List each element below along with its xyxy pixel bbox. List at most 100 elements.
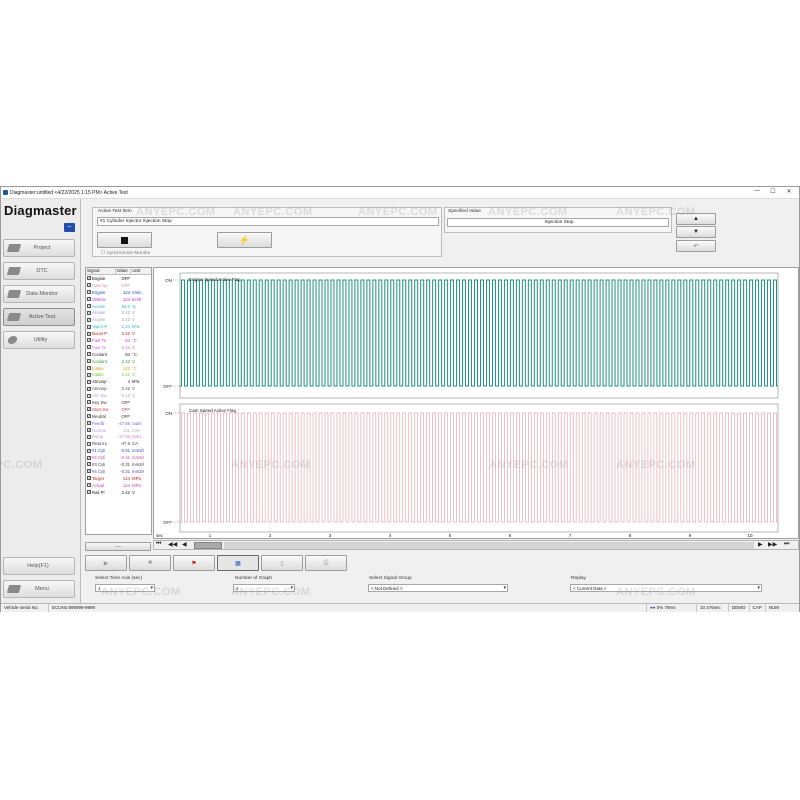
execute-button[interactable]: ⚡ bbox=[217, 232, 272, 248]
signal-row[interactable]: ✓ Accele 2.42 V bbox=[86, 316, 151, 323]
signal-row[interactable]: ✓ Boost P 2.42 V bbox=[86, 330, 151, 337]
sidebar-item-active-test[interactable]: Active Test bbox=[3, 308, 75, 326]
last-icon[interactable]: ⏭ bbox=[784, 541, 789, 548]
signal-checkbox[interactable]: ✓ bbox=[87, 469, 91, 474]
signal-row[interactable]: ✓ Accele 62.0% bbox=[86, 303, 151, 310]
signal-row[interactable]: ✓ #3 Cyli -0.31 mm3/s bbox=[86, 461, 151, 468]
signal-row[interactable]: ✓ Atmosp 2.42 V bbox=[86, 385, 151, 392]
active-test-item-field[interactable]: #1 Cylinder Injector Injection Stop bbox=[97, 217, 439, 226]
sidebar-item-data-monitor[interactable]: Data Monitor bbox=[3, 285, 75, 303]
signal-row[interactable]: ✓ #1 Cyli -0.31 mm3/s bbox=[86, 447, 151, 454]
signal-row[interactable]: ✓ Engine OFF bbox=[86, 275, 151, 282]
sidebar-item-project[interactable]: Project bbox=[3, 239, 75, 257]
signal-checkbox[interactable]: ✓ bbox=[87, 393, 91, 398]
signal-checkbox[interactable]: ✓ bbox=[87, 434, 91, 439]
signal-row[interactable]: ✓ Coolant 2.42 V bbox=[86, 358, 151, 365]
signal-checkbox[interactable]: ✓ bbox=[87, 359, 91, 364]
signal-checkbox[interactable]: ✓ bbox=[87, 455, 91, 460]
signal-row[interactable]: ✓ Fuel Te 64 °C bbox=[86, 337, 151, 344]
menu-button[interactable]: Menu bbox=[3, 580, 75, 598]
number-of-graph-select[interactable]: 2 bbox=[233, 584, 295, 592]
signal-row[interactable]: ✓ Feedb -47.56 rad/s bbox=[86, 420, 151, 427]
signal-checkbox[interactable]: ✓ bbox=[87, 304, 91, 308]
signal-checkbox[interactable]: ✓ bbox=[87, 441, 91, 446]
minimize-button[interactable]: — bbox=[749, 188, 765, 195]
signal-checkbox[interactable]: ✓ bbox=[87, 324, 91, 329]
help-button[interactable]: Help(F1) bbox=[3, 557, 75, 575]
maximize-button[interactable]: ☐ bbox=[765, 188, 781, 195]
next-page-icon[interactable]: ▶▶ bbox=[768, 541, 777, 548]
replay-select[interactable]: < Current Data > bbox=[570, 584, 762, 592]
signal-row[interactable]: ✓ Rail Pr 2.42 V bbox=[86, 489, 151, 496]
signal-checkbox[interactable]: ✓ bbox=[87, 421, 91, 426]
signal-checkbox[interactable]: ✓ bbox=[87, 290, 91, 295]
prev-page-icon[interactable]: ◀◀ bbox=[168, 541, 177, 548]
stop-button[interactable] bbox=[97, 232, 152, 248]
signal-checkbox[interactable]: ✓ bbox=[87, 331, 91, 336]
next-icon[interactable]: ▶ bbox=[758, 541, 763, 548]
signal-checkbox[interactable]: ✓ bbox=[87, 276, 91, 281]
signal-checkbox[interactable]: ✓ bbox=[87, 297, 91, 302]
signal-checkbox[interactable]: ✓ bbox=[87, 310, 91, 315]
signal-row[interactable]: ✓ Intake 132 °C bbox=[86, 365, 151, 372]
signal-checkbox[interactable]: ✓ bbox=[87, 366, 91, 371]
save-button[interactable]: ■ bbox=[129, 555, 171, 571]
exchange-icon[interactable]: ⇔ bbox=[64, 223, 75, 232]
signal-checkbox[interactable]: ✓ bbox=[87, 317, 91, 322]
signal-row[interactable]: ✓ Coolant 84 °C bbox=[86, 351, 151, 358]
signal-checkbox[interactable]: ✓ bbox=[87, 476, 91, 481]
signal-checkbox[interactable]: ✓ bbox=[87, 448, 91, 453]
signal-row[interactable]: ✓ A/C Sw 0.12 V bbox=[86, 392, 151, 399]
sidebar-item-dtc[interactable]: DTC bbox=[3, 262, 75, 280]
document-button[interactable]: ▯ bbox=[261, 555, 303, 571]
signal-row[interactable]: ✓ #4 Cyli -0.31 mm3/s bbox=[86, 468, 151, 475]
signal-checkbox[interactable]: ✓ bbox=[87, 462, 91, 467]
signal-checkbox[interactable]: ✓ bbox=[87, 490, 91, 495]
signal-checkbox[interactable]: ✓ bbox=[87, 352, 91, 357]
signal-row[interactable]: ✓ Fuel Te 2.42 V bbox=[86, 344, 151, 351]
scale-button[interactable]: — bbox=[85, 542, 151, 551]
signal-group-select[interactable]: < Not Defined > bbox=[368, 584, 508, 592]
signal-checkbox[interactable]: ✓ bbox=[87, 386, 91, 391]
signal-row[interactable]: ✓ #2 Cyli -0.31 mm3/s bbox=[86, 454, 151, 461]
signal-row[interactable]: ✓ Actual 124 MPa bbox=[86, 482, 151, 489]
signal-row[interactable]: ✓ Intake 2.42 V bbox=[86, 371, 151, 378]
signal-checkbox[interactable]: ✓ bbox=[87, 407, 91, 412]
signal-row[interactable]: ✓ Vapor P 1.24 kPa bbox=[86, 323, 151, 330]
signal-row[interactable]: ✓ Real Inj -47.6 CA bbox=[86, 440, 151, 447]
signal-checkbox[interactable]: ✓ bbox=[87, 414, 91, 419]
signal-checkbox[interactable]: ✓ bbox=[87, 372, 91, 377]
up-button[interactable]: ▲ bbox=[676, 213, 716, 225]
signal-row[interactable]: ✓ Normal 131 mm³ bbox=[86, 427, 151, 434]
signal-checkbox[interactable]: ✓ bbox=[87, 400, 91, 405]
close-button[interactable]: ✕ bbox=[781, 188, 797, 195]
signal-row[interactable]: ✓ Cam Sp OFF bbox=[86, 282, 151, 289]
signal-checkbox[interactable]: ✓ bbox=[87, 428, 91, 433]
signal-row[interactable]: ✓ Accele 2.42 V bbox=[86, 309, 151, 316]
signal-checkbox[interactable]: ✓ bbox=[87, 379, 91, 384]
signal-row[interactable]: ✓ Start Sw OFF bbox=[86, 406, 151, 413]
time-scrollbar[interactable]: ⏮ ◀◀ ◀ ▶ ▶▶ ⏭ bbox=[153, 540, 799, 550]
graph-mode-button[interactable]: ▦ bbox=[217, 555, 259, 571]
prev-icon[interactable]: ◀ bbox=[182, 541, 187, 548]
signal-checkbox[interactable]: ✓ bbox=[87, 283, 91, 288]
flag-button[interactable]: ⚑ bbox=[173, 555, 215, 571]
print-button[interactable]: ⎙ bbox=[305, 555, 347, 571]
first-icon[interactable]: ⏮ bbox=[156, 541, 161, 548]
signal-row[interactable]: ✓ Atmosp 4 kPa bbox=[86, 378, 151, 385]
synchronize-monitor-checkbox[interactable]: ☐ Synchronize Monitor bbox=[101, 251, 150, 256]
signal-checkbox[interactable]: ✓ bbox=[87, 338, 91, 343]
reset-button[interactable]: ↶ bbox=[676, 240, 716, 252]
signal-row[interactable]: ✓ Target 124 MPa bbox=[86, 475, 151, 482]
down-button[interactable]: ▼ bbox=[676, 226, 716, 238]
signal-row[interactable]: ✓ Key Sw OFF bbox=[86, 399, 151, 406]
scroll-thumb[interactable] bbox=[194, 542, 222, 549]
sidebar-item-utility[interactable]: Utility bbox=[3, 331, 75, 349]
signal-checkbox[interactable]: ✓ bbox=[87, 345, 91, 350]
time-axis-select[interactable]: 1 bbox=[95, 584, 155, 592]
signal-row[interactable]: ✓ Vehicle 124 km/h bbox=[86, 296, 151, 303]
signal-row[interactable]: ✓ Engine 124 r/min bbox=[86, 289, 151, 296]
signal-checkbox[interactable]: ✓ bbox=[87, 483, 91, 488]
scroll-track[interactable] bbox=[224, 542, 754, 549]
play-button[interactable]: ▶ bbox=[85, 555, 127, 571]
